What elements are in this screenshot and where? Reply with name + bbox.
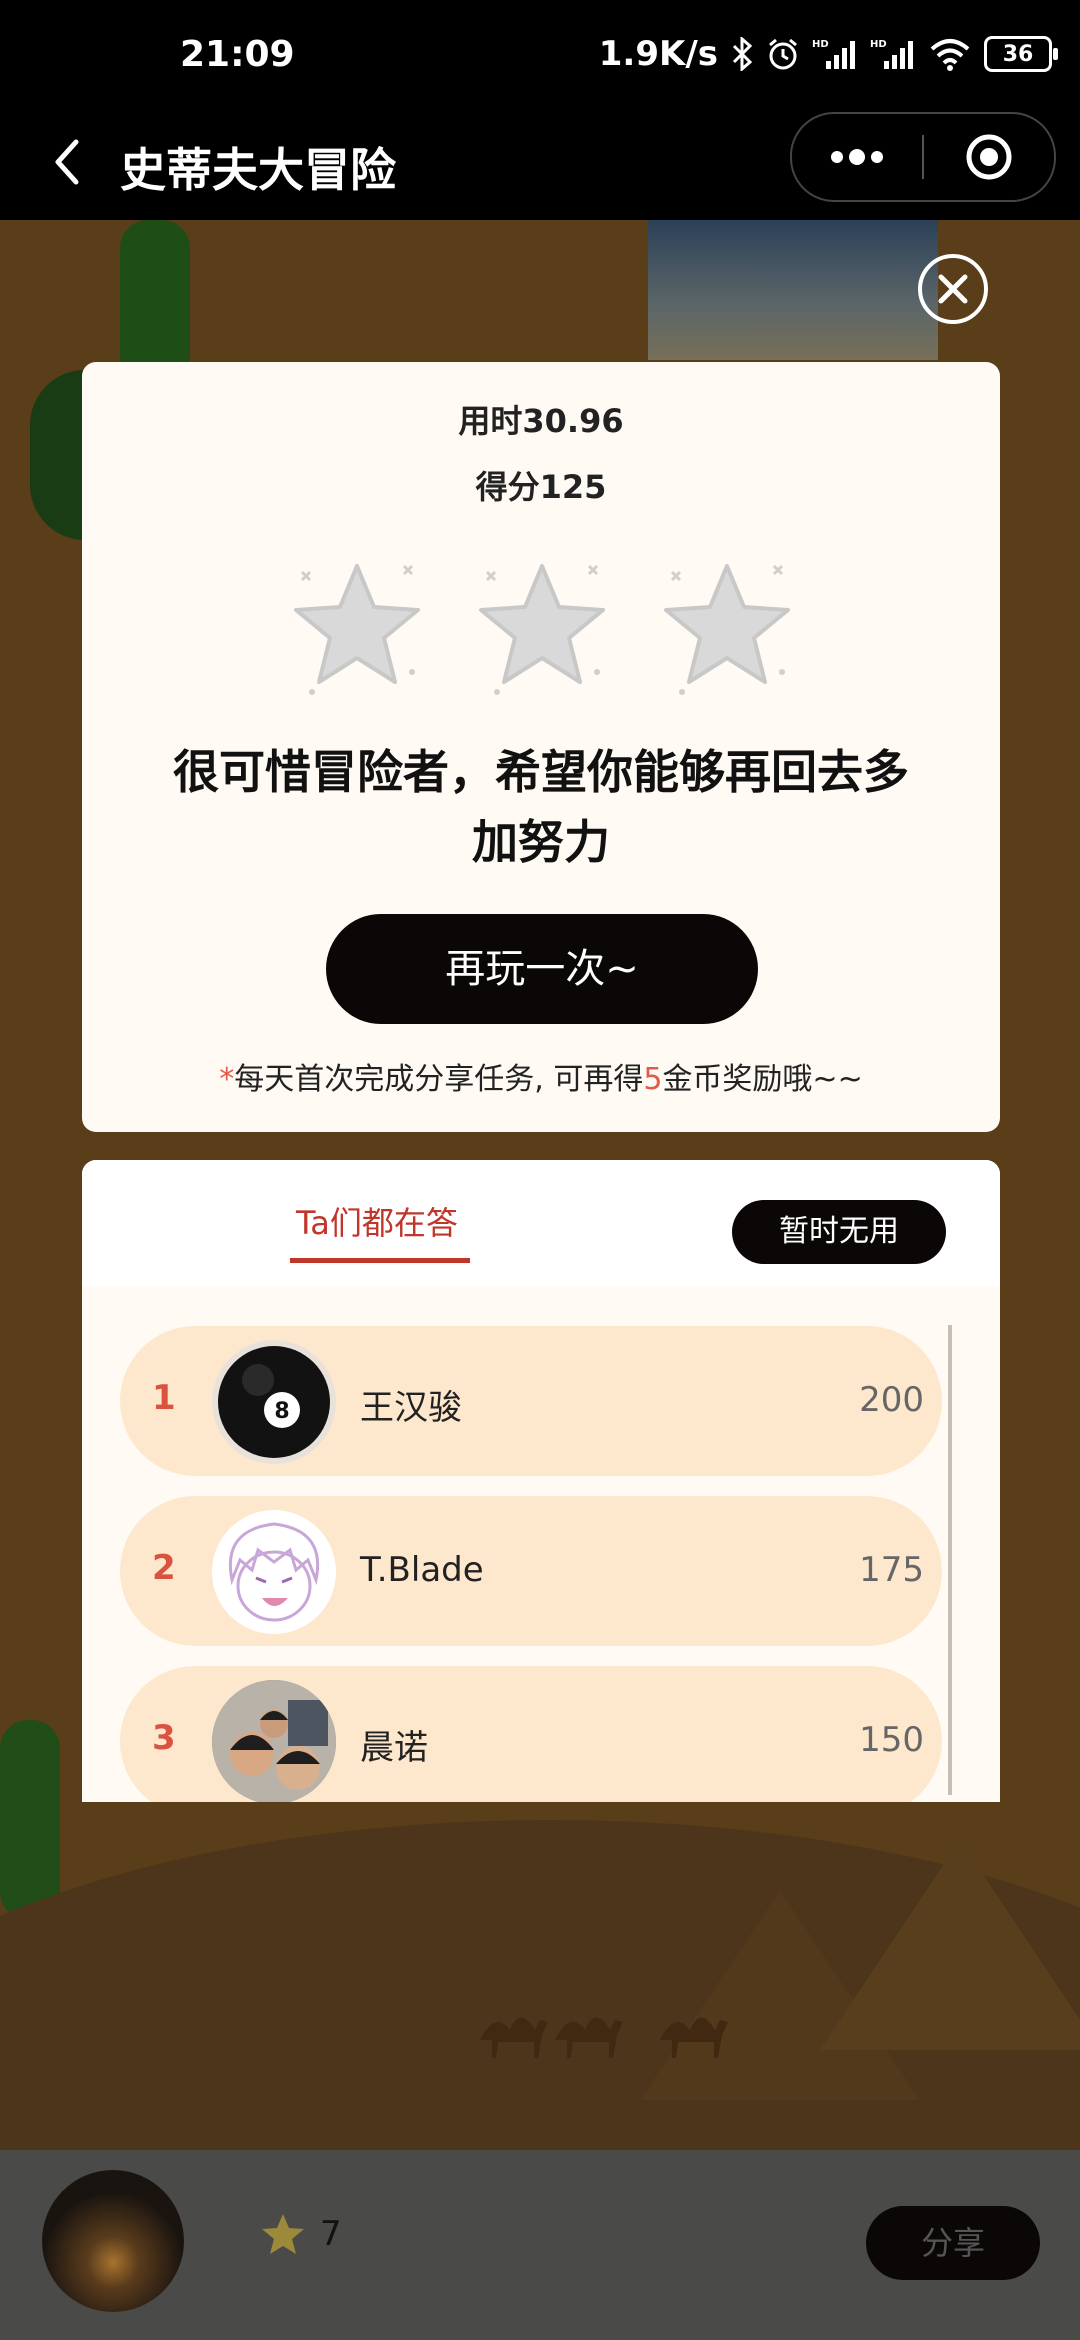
more-button[interactable]	[792, 114, 922, 200]
tip-text: 每天首次完成分享任务, 可再得	[234, 1062, 644, 1097]
wifi-icon	[930, 39, 970, 71]
star-icon	[294, 564, 420, 695]
tip-text-end: 金币奖励哦~~	[662, 1062, 863, 1097]
result-card: 用时30.96 得分125 很可惜冒险者，希望你能够再回去多加努力 再玩一次~ …	[82, 362, 1000, 1132]
player-name: 王汉骏	[360, 1388, 462, 1428]
player-points: 200	[859, 1380, 924, 1420]
share-button[interactable]: 分享	[866, 2206, 1040, 2280]
svg-text:8: 8	[274, 1399, 289, 1424]
star-icon	[479, 564, 605, 695]
network-speed: 1.9K/s	[598, 34, 718, 74]
ranking-tab-bar: Ta们都在答 暂时无用	[82, 1160, 1000, 1286]
battery-icon: 36	[984, 36, 1058, 72]
player-points: 150	[859, 1720, 924, 1760]
result-message: 很可惜冒险者，希望你能够再回去多加努力	[173, 745, 909, 869]
tip-highlight: 5	[643, 1062, 663, 1097]
time-used: 用时30.96	[458, 402, 624, 440]
anime-avatar	[228, 1522, 320, 1622]
close-mini-program-button[interactable]	[924, 114, 1054, 200]
star-coin-icon	[262, 2214, 304, 2254]
ranking-row[interactable]: 1 8 王汉骏 200	[120, 1326, 942, 1476]
back-arrow-icon[interactable]	[40, 132, 100, 192]
tab-others-answering[interactable]: Ta们都在答	[296, 1198, 458, 1244]
player-points: 175	[859, 1550, 924, 1590]
rank-number: 3	[152, 1718, 176, 1758]
player-name: T.Blade	[360, 1550, 484, 1590]
signal-hd-icon: HD	[812, 39, 855, 69]
avatar	[212, 1510, 336, 1634]
coin-count: 7	[320, 2214, 342, 2254]
tab-underline	[290, 1258, 470, 1263]
mini-program-capsule	[790, 112, 1056, 202]
page-title: 史蒂夫大冒险	[120, 143, 396, 197]
ranking-row[interactable]: 2 T.Blade 175	[120, 1496, 942, 1646]
share-tip: *每天首次完成分享任务, 可再得5金币奖励哦~~	[82, 1054, 1000, 1098]
status-bar: 21:09 1.9K/s HD HD 36	[0, 0, 1080, 110]
user-avatar[interactable]	[42, 2170, 184, 2312]
rank-number: 2	[152, 1548, 176, 1588]
bluetooth-icon	[732, 37, 753, 71]
status-icons: 1.9K/s HD HD 36	[598, 34, 1058, 74]
photo-avatar	[212, 1680, 336, 1802]
scrollbar[interactable]	[948, 1325, 952, 1795]
tip-asterisk: *	[219, 1062, 235, 1097]
score: 得分125	[475, 468, 607, 506]
temp-button[interactable]: 暂时无用	[732, 1200, 946, 1264]
eight-ball-avatar: 8	[218, 1346, 330, 1458]
signal-hd-icon: HD	[870, 39, 913, 69]
svg-text:HD: HD	[870, 39, 887, 50]
status-time: 21:09	[180, 34, 295, 75]
star-icon	[664, 564, 790, 695]
bottom-bar: 7 分享	[0, 2150, 1080, 2340]
alarm-icon	[769, 38, 797, 70]
close-icon	[938, 274, 968, 304]
svg-text:HD: HD	[812, 39, 829, 50]
more-dots-icon	[831, 149, 883, 165]
battery-level: 36	[1002, 41, 1034, 67]
player-name: 晨诺	[360, 1728, 428, 1768]
rank-number: 1	[152, 1378, 176, 1418]
ranking-row[interactable]: 3 晨诺 150	[120, 1666, 942, 1802]
avatar	[212, 1680, 336, 1802]
title-bar: 史蒂夫大冒险	[0, 110, 1080, 220]
target-circle-icon	[966, 134, 1012, 180]
close-button[interactable]	[918, 254, 988, 324]
replay-button[interactable]: 再玩一次~	[326, 914, 758, 1024]
ranking-card: Ta们都在答 暂时无用 1 8 王汉骏 200 2 T.Blade 175 3 …	[82, 1160, 1000, 1802]
avatar: 8	[212, 1340, 336, 1464]
star-rating	[282, 552, 802, 702]
